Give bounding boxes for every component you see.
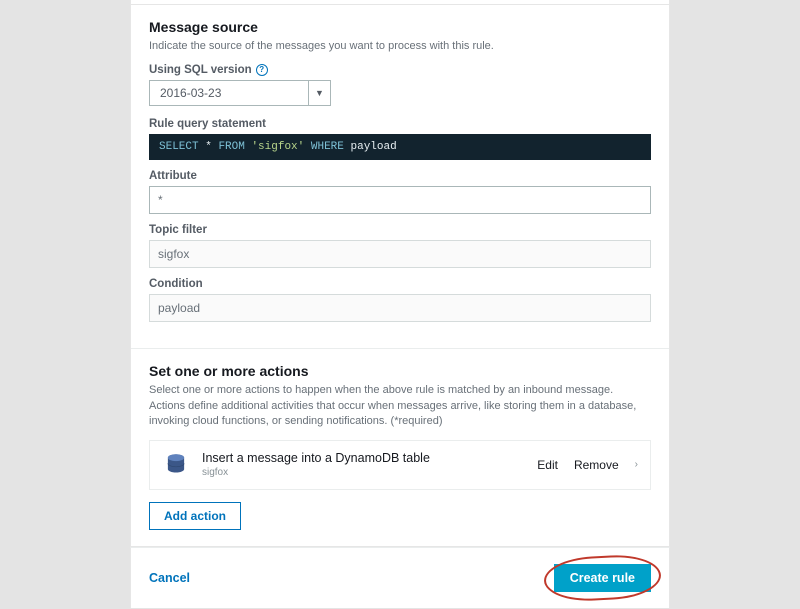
action-remove-link[interactable]: Remove bbox=[574, 458, 619, 472]
topic-filter-input[interactable] bbox=[149, 240, 651, 268]
actions-section: Set one or more actions Select one or mo… bbox=[131, 348, 669, 545]
help-icon[interactable]: ? bbox=[256, 64, 268, 76]
add-action-button[interactable]: Add action bbox=[149, 502, 241, 530]
actions-title: Set one or more actions bbox=[149, 363, 651, 379]
actions-desc: Select one or more actions to happen whe… bbox=[149, 383, 651, 429]
cancel-link[interactable]: Cancel bbox=[149, 571, 190, 585]
condition-input[interactable] bbox=[149, 294, 651, 322]
action-text: Insert a message into a DynamoDB table s… bbox=[202, 451, 525, 478]
message-source-section: Message source Indicate the source of th… bbox=[131, 5, 669, 348]
chevron-down-icon: ▼ bbox=[309, 80, 331, 106]
message-source-title: Message source bbox=[149, 19, 651, 35]
footer: Cancel Create rule bbox=[130, 547, 670, 608]
attribute-input[interactable] bbox=[149, 186, 651, 214]
dynamodb-icon bbox=[162, 451, 190, 479]
rule-query-statement[interactable]: SELECT * FROM 'sigfox' WHERE payload bbox=[149, 134, 651, 160]
action-item-dynamodb[interactable]: Insert a message into a DynamoDB table s… bbox=[149, 440, 651, 490]
action-edit-link[interactable]: Edit bbox=[537, 458, 558, 472]
attribute-label: Attribute bbox=[149, 170, 651, 182]
message-source-desc: Indicate the source of the messages you … bbox=[149, 39, 651, 54]
rule-query-label: Rule query statement bbox=[149, 118, 651, 130]
condition-label: Condition bbox=[149, 278, 651, 290]
create-rule-button[interactable]: Create rule bbox=[554, 564, 651, 592]
action-item-title: Insert a message into a DynamoDB table bbox=[202, 451, 525, 465]
sql-version-value: 2016-03-23 bbox=[149, 80, 309, 106]
topic-filter-label: Topic filter bbox=[149, 224, 651, 236]
action-item-sub: sigfox bbox=[202, 467, 525, 478]
chevron-right-icon: › bbox=[635, 459, 638, 470]
sql-version-label: Using SQL version ? bbox=[149, 64, 651, 76]
sql-version-select[interactable]: 2016-03-23 ▼ bbox=[149, 80, 651, 106]
